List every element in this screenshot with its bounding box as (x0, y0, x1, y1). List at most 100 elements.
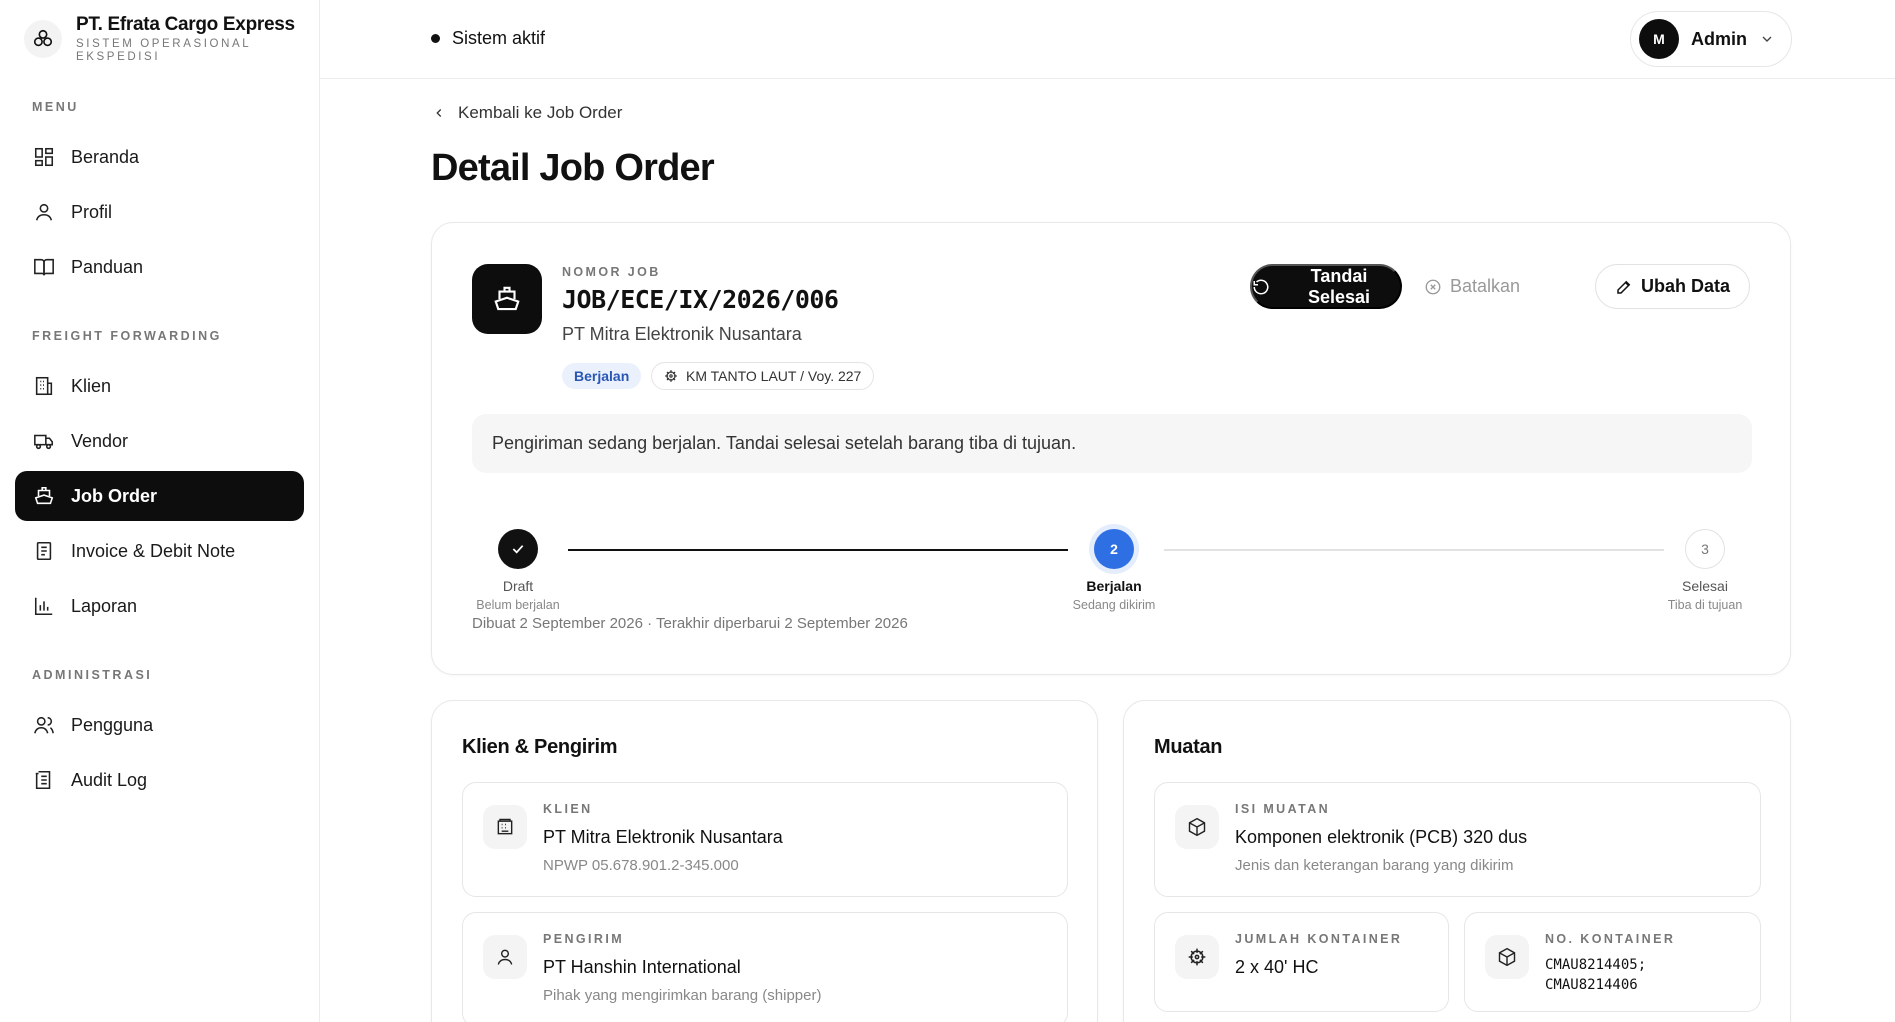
brand-name: PT. Efrata Cargo Express (76, 14, 295, 35)
sidebar-item-invoice[interactable]: Invoice & Debit Note (15, 526, 304, 576)
client-label: KLIEN (543, 802, 593, 816)
container-number-line: CMAU8214406 (1545, 977, 1638, 993)
cargo-card: Muatan ISI MUATAN Komponen elektronik (P… (1123, 700, 1791, 1022)
cargo-content-description: Jenis dan keterangan barang yang dikirim (1235, 857, 1514, 874)
step-2-subtitle: Sedang dikirim (1072, 598, 1156, 612)
container-number-line: CMAU8214405; (1545, 957, 1647, 973)
client-npwp: NPWP 05.678.901.2-345.000 (543, 857, 739, 874)
refresh-icon (1252, 278, 1270, 296)
log-icon (33, 769, 55, 791)
edit-button[interactable]: Ubah Data (1595, 264, 1750, 309)
step-line-pending (1164, 549, 1664, 551)
user-icon (483, 935, 527, 979)
job-number-label: NOMOR JOB (562, 265, 661, 279)
container-count-label: JUMLAH KONTAINER (1235, 932, 1403, 946)
section-label-administrasi: ADMINISTRASI (32, 668, 153, 682)
vessel-text: KM TANTO LAUT / Voy. 227 (686, 368, 862, 384)
container-count-value: 2 x 40' HC (1235, 957, 1319, 977)
cancel-label: Batalkan (1449, 276, 1521, 296)
step-1-subtitle: Belum berjalan (476, 598, 560, 612)
document-icon (33, 540, 55, 562)
shipper-description: Pihak yang mengirimkan barang (shipper) (543, 987, 822, 1004)
avatar: M (1639, 19, 1679, 59)
close-circle-icon (1424, 278, 1442, 296)
step-1-title: Draft (502, 578, 534, 594)
step-3-subtitle: Tiba di tujuan (1667, 598, 1743, 612)
sidebar-item-klien[interactable]: Klien (15, 361, 304, 411)
container-number-label: NO. KONTAINER (1545, 932, 1676, 946)
mark-complete-label: Tandai Selesai (1307, 265, 1371, 307)
job-number: JOB/ECE/IX/2026/006 (562, 285, 839, 314)
section-title: Klien & Pengirim (462, 736, 618, 758)
sidebar-item-label: Beranda (71, 146, 140, 167)
truck-icon (33, 430, 55, 452)
cancel-button[interactable]: Batalkan (1412, 264, 1532, 309)
pencil-icon (1615, 278, 1633, 296)
cargo-content-label: ISI MUATAN (1235, 802, 1331, 816)
chevron-left-icon (432, 106, 446, 120)
mark-complete-button[interactable]: Tandai Selesai (1250, 264, 1402, 309)
book-icon (33, 256, 55, 278)
status-badge: Berjalan (562, 363, 642, 389)
sidebar-item-panduan[interactable]: Panduan (15, 242, 304, 292)
chart-icon (33, 595, 55, 617)
sidebar-item-profil[interactable]: Profil (15, 187, 304, 237)
cargo-content-value: Komponen elektronik (PCB) 320 dus (1235, 827, 1528, 847)
building-icon (483, 805, 527, 849)
sidebar-item-label: Vendor (71, 430, 129, 451)
package-icon (1175, 805, 1219, 849)
progress-stepper: Draft Belum berjalan 2 Berjalan Sedang d… (432, 503, 1792, 612)
step-2-title: Berjalan (1086, 578, 1142, 594)
job-summary-card: NOMOR JOB JOB/ECE/IX/2026/006 PT Mitra E… (431, 222, 1791, 675)
user-menu-button[interactable]: M Admin (1630, 11, 1792, 67)
sidebar-item-label: Profil (71, 201, 113, 222)
brand[interactable]: PT. Efrata Cargo Express SISTEM OPERASIO… (24, 14, 295, 64)
package-icon (1485, 935, 1529, 979)
container-count-box: JUMLAH KONTAINER 2 x 40' HC (1154, 912, 1449, 1012)
shipper-value: PT Hanshin International (543, 957, 741, 977)
sidebar-item-label: Pengguna (71, 714, 154, 735)
container-number-box: NO. KONTAINER CMAU8214405; CMAU8214406 (1464, 912, 1761, 1012)
sidebar-item-audit-log[interactable]: Audit Log (15, 755, 304, 805)
edit-label: Ubah Data (1640, 276, 1730, 296)
status-dot-icon (431, 34, 440, 43)
wheel-icon (664, 369, 678, 383)
back-link-label: Kembali ke Job Order (458, 103, 623, 122)
container-number-value: CMAU8214405; CMAU8214406 (1545, 955, 1725, 995)
system-status: Sistem aktif (431, 28, 545, 49)
sidebar-item-label: Audit Log (71, 769, 148, 790)
user-name: Admin (1691, 28, 1747, 49)
sidebar-item-label: Panduan (71, 256, 144, 277)
check-icon (510, 541, 526, 557)
sidebar-item-label: Laporan (71, 595, 138, 616)
sidebar-item-laporan[interactable]: Laporan (15, 581, 304, 631)
users-icon (33, 714, 55, 736)
step-2-circle: 2 (1094, 529, 1134, 569)
vessel-badge: KM TANTO LAUT / Voy. 227 (651, 362, 875, 390)
section-label-freight: FREIGHT FORWARDING (32, 329, 222, 343)
sidebar-item-pengguna[interactable]: Pengguna (15, 700, 304, 750)
wheel-icon (1175, 935, 1219, 979)
sidebar-item-beranda[interactable]: Beranda (15, 132, 304, 182)
section-label-menu: MENU (32, 100, 79, 114)
cargo-content-box: ISI MUATAN Komponen elektronik (PCB) 320… (1154, 782, 1761, 897)
chevron-down-icon (1759, 31, 1775, 47)
status-text: Sistem aktif (452, 28, 546, 48)
step-3-circle: 3 (1685, 529, 1725, 569)
back-link[interactable]: Kembali ke Job Order (432, 103, 622, 123)
sidebar-item-job-order[interactable]: Job Order (15, 471, 304, 521)
sidebar-item-vendor[interactable]: Vendor (15, 416, 304, 466)
sidebar-item-label: Invoice & Debit Note (71, 540, 236, 561)
step-line-done (568, 549, 1068, 551)
client-value: PT Mitra Elektronik Nusantara (543, 827, 783, 847)
shipper-label: PENGIRIM (543, 932, 625, 946)
sidebar: PT. Efrata Cargo Express SISTEM OPERASIO… (0, 0, 320, 1022)
client-shipper-card: Klien & Pengirim KLIEN PT Mitra Elektron… (431, 700, 1098, 1022)
brand-subtitle: SISTEM OPERASIONAL EKSPEDISI (76, 38, 251, 63)
job-client: PT Mitra Elektronik Nusantara (562, 324, 802, 344)
step-1-circle (498, 529, 538, 569)
topbar: Sistem aktif M Admin (320, 0, 1895, 79)
ship-icon (472, 264, 542, 334)
status-notice: Pengiriman sedang berjalan. Tandai seles… (472, 414, 1752, 473)
page-title: Detail Job Order (431, 147, 715, 189)
